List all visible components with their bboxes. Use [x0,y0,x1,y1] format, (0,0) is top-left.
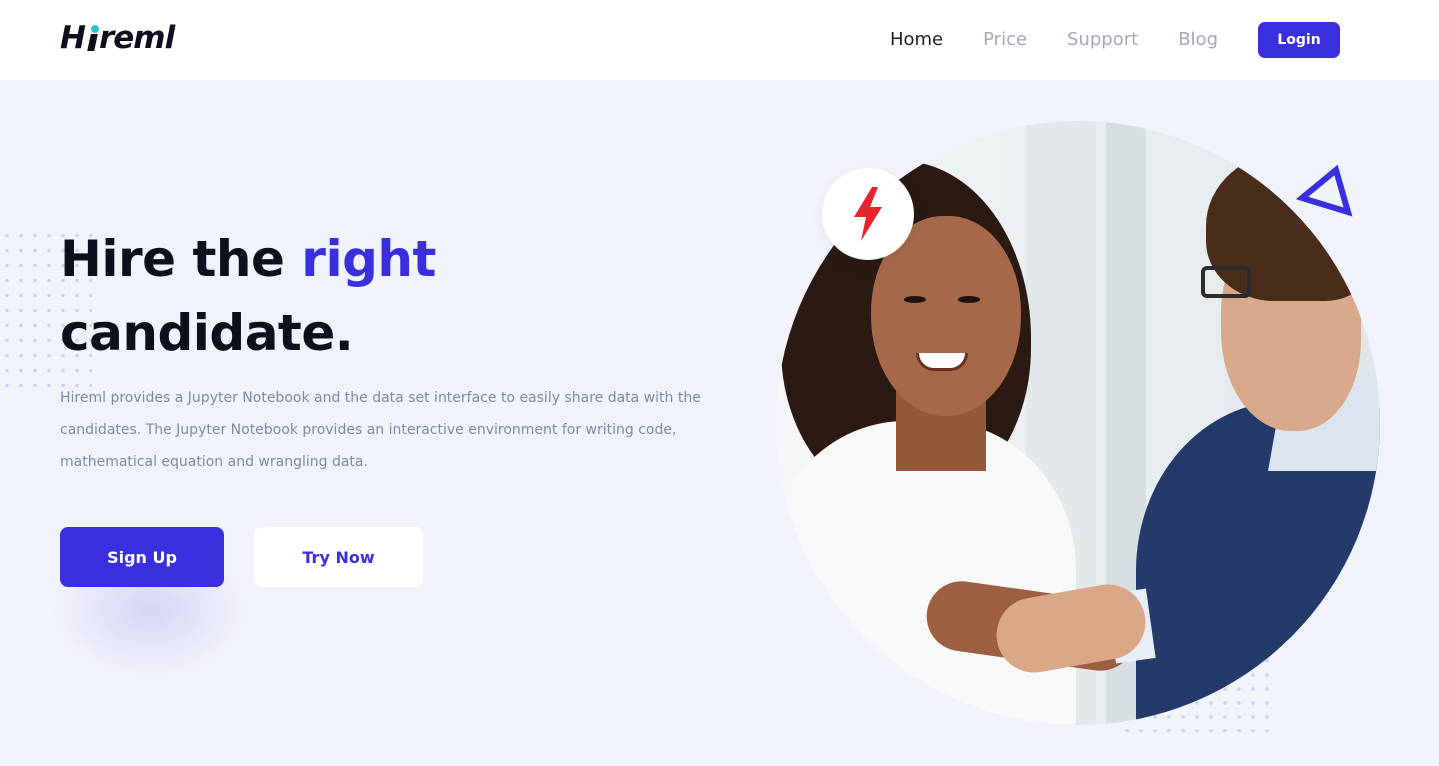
lightning-badge [822,168,914,260]
logo-text-end: reml [98,20,175,56]
sign-up-button[interactable]: Sign Up [60,527,224,587]
login-button[interactable]: Login [1258,22,1340,58]
top-navbar: H reml Home Price Support Blog Login [0,0,1439,80]
man-glasses [1201,266,1251,298]
logo-text-start: H [60,20,86,56]
headline-text-1: Hire the [60,230,302,288]
try-now-button[interactable]: Try Now [254,527,423,587]
woman-eye [958,296,980,303]
headline-accent: right [301,230,436,288]
hero-description: Hireml provides a Jupyter Notebook and t… [60,390,701,470]
headline-text-2: candidate. [60,304,354,362]
triangle-outline-icon [1296,164,1353,217]
nav-home[interactable]: Home [890,22,943,58]
main-nav: Home Price Support Blog Login [890,22,1340,58]
logo-i-mark [86,23,99,53]
hireml-logo[interactable]: H reml [60,20,175,56]
nav-blog[interactable]: Blog [1178,22,1218,58]
nav-support[interactable]: Support [1067,22,1138,58]
logo-stem [87,34,98,51]
logo-dot [90,25,99,33]
lightning-bolt-icon [854,187,882,241]
woman-eye [904,296,926,303]
hero-headline: Hire the right candidate. [60,222,700,370]
nav-price[interactable]: Price [983,22,1027,58]
